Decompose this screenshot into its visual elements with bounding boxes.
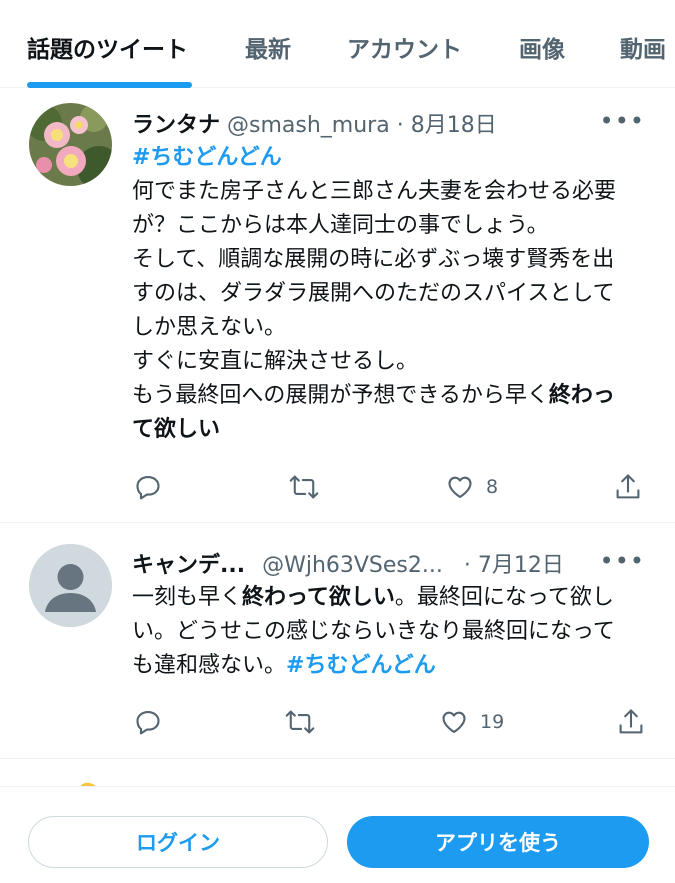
like-icon [448, 476, 472, 498]
retweet-icon [289, 475, 319, 499]
user-handle[interactable]: @smash_mura [227, 113, 390, 138]
like-icon [442, 711, 466, 733]
active-tab-indicator [27, 82, 192, 88]
retweet-icon [285, 710, 315, 734]
separator-dot: · [396, 113, 404, 138]
share-icon [619, 709, 643, 734]
bottom-bar: ログイン アプリを使う [0, 786, 675, 883]
hashtag-link[interactable]: #ちむどんどん [286, 653, 436, 678]
tweet-text-pre: 一刻も早く [132, 585, 243, 610]
avatar[interactable] [29, 103, 112, 186]
tweet-date[interactable]: 8月18日 [411, 113, 497, 138]
share-button[interactable] [614, 472, 642, 502]
tweet-text: 一刻も早く終わって欲しい。最終回になって欲しい。どうせこの感じならいきなり最終回… [132, 581, 632, 683]
search-tabs: 話題のツイート 最新 アカウント 画像 動画 [0, 0, 675, 88]
retweet-button[interactable] [285, 708, 315, 736]
reply-icon [136, 711, 160, 735]
use-app-button[interactable]: アプリを使う [347, 816, 649, 868]
tweet-text-highlight: 終わって欲しい [242, 585, 395, 610]
tweet[interactable]: キャンデ... @Wjh63VSes2... · 7月12日 ••• 一刻も早く… [0, 523, 675, 758]
hashtag-link[interactable]: #ちむどんどん [132, 145, 282, 170]
more-icon[interactable]: ••• [600, 547, 645, 575]
like-button[interactable]: 8 [446, 473, 498, 501]
retweet-button[interactable] [289, 473, 319, 501]
like-count: 19 [480, 711, 505, 733]
like-button[interactable]: 19 [440, 708, 504, 736]
display-name[interactable]: キャンデ... [132, 553, 245, 578]
tweet-text-body: 何でまた房子さんと三郎さん夫妻を会わせる必要が？ここからは本人達同士の事でしょう… [132, 179, 617, 408]
like-count: 8 [486, 476, 499, 498]
display-name[interactable]: ランタナ [132, 113, 220, 138]
tab-photos[interactable]: 画像 [519, 30, 565, 64]
divider [0, 758, 675, 759]
avatar[interactable] [29, 544, 112, 627]
tab-latest[interactable]: 最新 [245, 30, 291, 64]
tab-videos[interactable]: 動画 [620, 30, 666, 64]
login-button[interactable]: ログイン [28, 816, 328, 868]
tweet-text: #ちむどんどん 何でまた房子さんと三郎さん夫妻を会わせる必要が？ここからは本人達… [132, 141, 632, 447]
tweet-header: ランタナ @smash_mura · 8月18日 [132, 107, 497, 139]
share-button[interactable] [617, 707, 645, 737]
tab-top[interactable]: 話題のツイート [27, 30, 188, 64]
separator-dot: · [463, 553, 471, 578]
tweet[interactable]: ランタナ @smash_mura · 8月18日 ••• #ちむどんどん 何でま… [0, 89, 675, 522]
reply-button[interactable] [134, 473, 162, 501]
tweet-header: キャンデ... @Wjh63VSes2... · 7月12日 [132, 547, 564, 579]
share-icon [616, 474, 640, 499]
reply-button[interactable] [134, 708, 162, 736]
more-icon[interactable]: ••• [600, 107, 645, 135]
reply-icon [136, 476, 160, 500]
tab-people[interactable]: アカウント [347, 30, 462, 64]
user-handle[interactable]: @Wjh63VSes2... [262, 553, 443, 578]
tweet-date[interactable]: 7月12日 [478, 553, 564, 578]
